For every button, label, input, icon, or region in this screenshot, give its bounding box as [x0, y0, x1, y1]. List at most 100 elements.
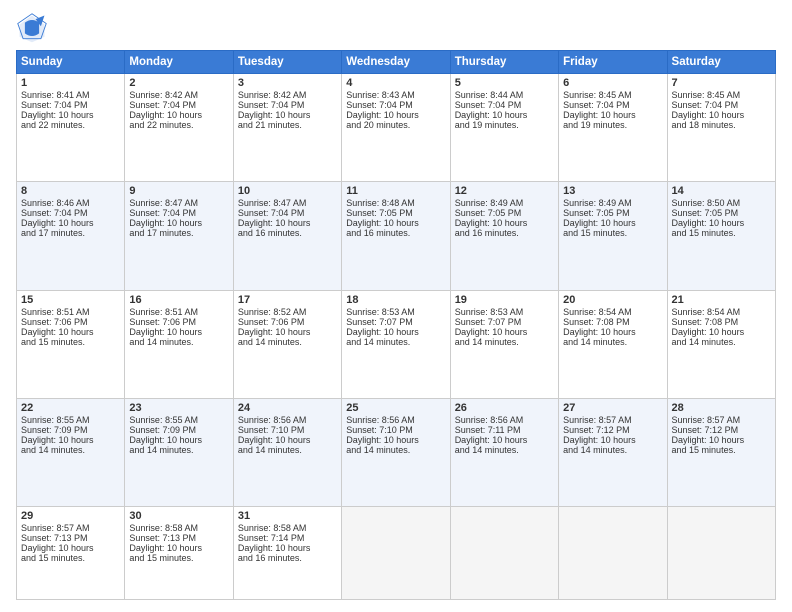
day-number: 13: [563, 185, 662, 197]
cell-line: and 14 minutes.: [129, 445, 228, 455]
cell-line: Daylight: 10 hours: [21, 327, 120, 337]
cell-line: Daylight: 10 hours: [238, 327, 337, 337]
cell-line: Sunset: 7:08 PM: [563, 317, 662, 327]
cell-line: Daylight: 10 hours: [21, 110, 120, 120]
day-number: 11: [346, 185, 445, 197]
cell-line: and 16 minutes.: [455, 228, 554, 238]
cell-line: Sunrise: 8:56 AM: [455, 415, 554, 425]
cell-line: and 22 minutes.: [129, 120, 228, 130]
cell-line: Sunset: 7:06 PM: [129, 317, 228, 327]
cell-line: Daylight: 10 hours: [129, 435, 228, 445]
day-number: 18: [346, 294, 445, 306]
cell-line: Sunrise: 8:50 AM: [672, 198, 771, 208]
cell-line: Sunrise: 8:55 AM: [21, 415, 120, 425]
cell-line: and 15 minutes.: [21, 553, 120, 563]
cell-line: Daylight: 10 hours: [346, 327, 445, 337]
calendar-cell: 17Sunrise: 8:52 AMSunset: 7:06 PMDayligh…: [233, 290, 341, 398]
cell-line: Sunrise: 8:56 AM: [238, 415, 337, 425]
day-number: 10: [238, 185, 337, 197]
cell-line: Sunrise: 8:53 AM: [455, 307, 554, 317]
calendar-cell: 26Sunrise: 8:56 AMSunset: 7:11 PMDayligh…: [450, 399, 558, 507]
cell-line: and 16 minutes.: [346, 228, 445, 238]
calendar-cell: 11Sunrise: 8:48 AMSunset: 7:05 PMDayligh…: [342, 182, 450, 290]
cell-line: Sunrise: 8:54 AM: [672, 307, 771, 317]
cell-line: Daylight: 10 hours: [238, 435, 337, 445]
calendar-cell: [667, 507, 775, 600]
cell-line: and 20 minutes.: [346, 120, 445, 130]
cell-line: Daylight: 10 hours: [129, 110, 228, 120]
cell-line: and 14 minutes.: [455, 337, 554, 347]
cell-line: Daylight: 10 hours: [21, 543, 120, 553]
day-number: 7: [672, 77, 771, 89]
cell-line: Sunset: 7:10 PM: [346, 425, 445, 435]
header: [16, 12, 776, 44]
cell-line: Sunset: 7:09 PM: [129, 425, 228, 435]
calendar-cell: 4Sunrise: 8:43 AMSunset: 7:04 PMDaylight…: [342, 74, 450, 182]
cell-line: Sunrise: 8:47 AM: [238, 198, 337, 208]
day-number: 3: [238, 77, 337, 89]
calendar-cell: 31Sunrise: 8:58 AMSunset: 7:14 PMDayligh…: [233, 507, 341, 600]
day-number: 15: [21, 294, 120, 306]
cell-line: Sunset: 7:04 PM: [455, 100, 554, 110]
day-number: 16: [129, 294, 228, 306]
calendar-cell: 27Sunrise: 8:57 AMSunset: 7:12 PMDayligh…: [559, 399, 667, 507]
cell-line: Daylight: 10 hours: [672, 327, 771, 337]
calendar-cell: 22Sunrise: 8:55 AMSunset: 7:09 PMDayligh…: [17, 399, 125, 507]
day-number: 24: [238, 402, 337, 414]
cell-line: and 17 minutes.: [21, 228, 120, 238]
cell-line: Daylight: 10 hours: [672, 435, 771, 445]
cell-line: Daylight: 10 hours: [346, 435, 445, 445]
cell-line: Sunset: 7:14 PM: [238, 533, 337, 543]
cell-line: Sunrise: 8:57 AM: [563, 415, 662, 425]
cell-line: Sunset: 7:05 PM: [563, 208, 662, 218]
calendar-cell: 9Sunrise: 8:47 AMSunset: 7:04 PMDaylight…: [125, 182, 233, 290]
day-number: 1: [21, 77, 120, 89]
calendar-cell: [559, 507, 667, 600]
calendar-cell: 14Sunrise: 8:50 AMSunset: 7:05 PMDayligh…: [667, 182, 775, 290]
cell-line: and 15 minutes.: [129, 553, 228, 563]
day-number: 28: [672, 402, 771, 414]
day-number: 4: [346, 77, 445, 89]
cell-line: Sunset: 7:04 PM: [21, 208, 120, 218]
cell-line: Daylight: 10 hours: [672, 110, 771, 120]
cell-line: and 19 minutes.: [455, 120, 554, 130]
day-number: 20: [563, 294, 662, 306]
cell-line: Sunset: 7:05 PM: [346, 208, 445, 218]
calendar-cell: 3Sunrise: 8:42 AMSunset: 7:04 PMDaylight…: [233, 74, 341, 182]
calendar-cell: [342, 507, 450, 600]
day-number: 19: [455, 294, 554, 306]
day-header-friday: Friday: [559, 51, 667, 74]
cell-line: Sunset: 7:04 PM: [238, 100, 337, 110]
cell-line: Sunrise: 8:41 AM: [21, 90, 120, 100]
cell-line: and 17 minutes.: [129, 228, 228, 238]
cell-line: and 14 minutes.: [563, 337, 662, 347]
cell-line: Sunset: 7:06 PM: [21, 317, 120, 327]
cell-line: and 14 minutes.: [455, 445, 554, 455]
cell-line: Sunset: 7:13 PM: [129, 533, 228, 543]
cell-line: Daylight: 10 hours: [455, 327, 554, 337]
cell-line: and 16 minutes.: [238, 228, 337, 238]
cell-line: Sunrise: 8:45 AM: [672, 90, 771, 100]
day-number: 27: [563, 402, 662, 414]
cell-line: and 14 minutes.: [346, 337, 445, 347]
cell-line: Daylight: 10 hours: [21, 435, 120, 445]
calendar-cell: 13Sunrise: 8:49 AMSunset: 7:05 PMDayligh…: [559, 182, 667, 290]
cell-line: Sunset: 7:04 PM: [672, 100, 771, 110]
cell-line: Sunset: 7:12 PM: [563, 425, 662, 435]
cell-line: Sunset: 7:07 PM: [455, 317, 554, 327]
day-number: 5: [455, 77, 554, 89]
cell-line: Sunset: 7:04 PM: [21, 100, 120, 110]
calendar-cell: 18Sunrise: 8:53 AMSunset: 7:07 PMDayligh…: [342, 290, 450, 398]
cell-line: Sunrise: 8:48 AM: [346, 198, 445, 208]
cell-line: Sunrise: 8:51 AM: [129, 307, 228, 317]
cell-line: Sunset: 7:11 PM: [455, 425, 554, 435]
cell-line: and 15 minutes.: [672, 228, 771, 238]
cell-line: Sunrise: 8:47 AM: [129, 198, 228, 208]
page: SundayMondayTuesdayWednesdayThursdayFrid…: [0, 0, 792, 612]
day-header-sunday: Sunday: [17, 51, 125, 74]
cell-line: and 15 minutes.: [672, 445, 771, 455]
cell-line: Daylight: 10 hours: [238, 543, 337, 553]
calendar-cell: 25Sunrise: 8:56 AMSunset: 7:10 PMDayligh…: [342, 399, 450, 507]
cell-line: and 14 minutes.: [129, 337, 228, 347]
cell-line: Daylight: 10 hours: [563, 110, 662, 120]
